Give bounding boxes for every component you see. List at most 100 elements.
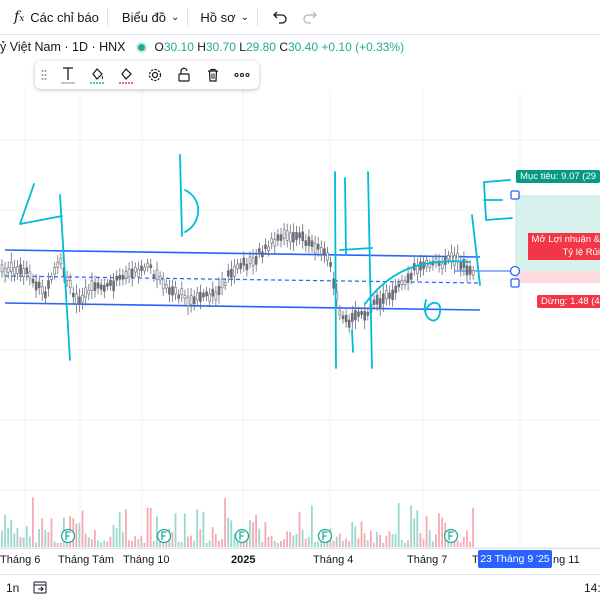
volume-bar xyxy=(382,542,385,547)
volume-bar xyxy=(264,522,267,547)
volume-bar xyxy=(311,505,313,547)
candle-body xyxy=(341,315,345,320)
candle-body xyxy=(332,278,336,289)
volume-bar xyxy=(128,540,130,547)
candle-body xyxy=(90,280,94,291)
candle-body xyxy=(149,264,153,269)
stop-label[interactable]: Dừng: 1.48 (4 xyxy=(537,295,600,308)
volume-bar xyxy=(431,541,434,547)
candle-body xyxy=(282,229,286,239)
candle-body xyxy=(319,247,323,255)
volume-bar xyxy=(400,540,403,547)
candle-body xyxy=(304,240,308,246)
indicators-label: Các chỉ báo xyxy=(30,9,99,25)
candle-body xyxy=(450,252,453,262)
redo-button[interactable] xyxy=(302,0,318,34)
trash-icon xyxy=(207,68,218,82)
volume-bar xyxy=(301,529,304,547)
volume-bar xyxy=(280,541,282,547)
toolbar-separator xyxy=(106,8,108,26)
volume-bar xyxy=(196,509,199,547)
symbol-title[interactable]: ỷ Việt Nam · 1D · HNX xyxy=(0,40,126,54)
lock-button[interactable] xyxy=(169,61,198,89)
target-label[interactable]: Mục tiêu: 9.07 (29 xyxy=(516,170,600,183)
drag-handle-icon xyxy=(41,70,47,80)
candle-body xyxy=(257,248,261,253)
candle-body xyxy=(183,295,187,300)
volume-bar xyxy=(283,539,285,547)
candle-body xyxy=(251,257,255,267)
candle-body xyxy=(165,283,168,289)
candle-body xyxy=(10,261,13,273)
stop-zone xyxy=(515,271,600,283)
candle-body xyxy=(140,265,143,271)
volume-bar xyxy=(249,520,251,547)
candle-body xyxy=(68,280,72,288)
chart-menu-label: Biểu đồ xyxy=(121,9,167,25)
volume-bar xyxy=(112,524,115,547)
candle-body xyxy=(72,292,75,298)
pnl-label-box[interactable]: Mở Lợi nhuận & Tỷ lệ Rủi xyxy=(528,233,600,260)
candle-body xyxy=(177,294,180,299)
candle-body xyxy=(118,274,122,280)
candle-body xyxy=(301,231,305,242)
candle-body xyxy=(22,268,26,278)
chart-canvas[interactable] xyxy=(0,0,600,600)
candle-body xyxy=(189,295,193,306)
drag-handle[interactable] xyxy=(35,61,53,89)
volume-bar xyxy=(462,536,465,547)
volume-bar xyxy=(345,538,347,547)
candle-body xyxy=(84,287,87,298)
line-color-button[interactable] xyxy=(111,61,140,89)
volume-bar xyxy=(221,538,223,547)
candle-body xyxy=(363,310,367,321)
volume-bar xyxy=(425,515,428,547)
volume-bar xyxy=(156,516,158,547)
candle-body xyxy=(124,271,128,279)
volume-bar xyxy=(146,507,149,547)
volume-bar xyxy=(75,523,78,547)
volume-bar xyxy=(199,529,202,547)
volume-bar xyxy=(419,532,422,547)
fill-color-button[interactable] xyxy=(82,61,111,89)
volume-bar xyxy=(459,542,462,547)
more-button[interactable] xyxy=(227,61,256,89)
candle-body xyxy=(37,281,41,289)
volume-bar xyxy=(351,522,354,547)
volume-bar xyxy=(270,535,273,547)
text-tool-button[interactable] xyxy=(53,61,82,89)
candle-body xyxy=(214,291,218,301)
settings-button[interactable] xyxy=(140,61,169,89)
chevron-down-icon: ⌄ xyxy=(171,11,180,23)
candle-body xyxy=(174,287,177,295)
volume-bar xyxy=(115,528,118,547)
volume-bar xyxy=(143,542,146,547)
volume-bar xyxy=(441,517,443,547)
candle-body xyxy=(31,278,35,284)
indicators-button[interactable]: fx Các chỉ báo xyxy=(14,0,99,34)
price-candles xyxy=(0,223,475,333)
candle-body xyxy=(261,251,264,258)
delete-button[interactable] xyxy=(198,61,227,89)
candle-body xyxy=(388,292,391,299)
chart-menu-button[interactable]: Biểu đồ ⌄ xyxy=(122,0,179,34)
candle-body xyxy=(360,311,363,315)
profile-menu-button[interactable]: Hồ sơ ⌄ xyxy=(200,0,249,34)
volume-bar xyxy=(332,540,335,547)
time-axis-label: Tháng 10 xyxy=(123,554,170,566)
volume-bar xyxy=(56,542,59,547)
volume-bar xyxy=(466,530,468,547)
symbol-legend: ỷ Việt Nam · 1D · HNX O30.10 H30.70 L29.… xyxy=(0,38,404,56)
interval-button[interactable]: 1n xyxy=(6,581,19,595)
candle-body xyxy=(78,296,81,305)
volume-bar xyxy=(193,540,195,547)
date-range-button[interactable] xyxy=(33,580,47,597)
undo-button[interactable] xyxy=(272,0,288,34)
volume-bar xyxy=(50,518,53,547)
candle-body xyxy=(205,291,208,297)
clock-time[interactable]: 14:1 xyxy=(584,581,600,595)
candle-body xyxy=(137,268,140,277)
volume-bar xyxy=(103,540,106,547)
candle-body xyxy=(270,238,274,244)
volume-bar xyxy=(304,538,307,547)
